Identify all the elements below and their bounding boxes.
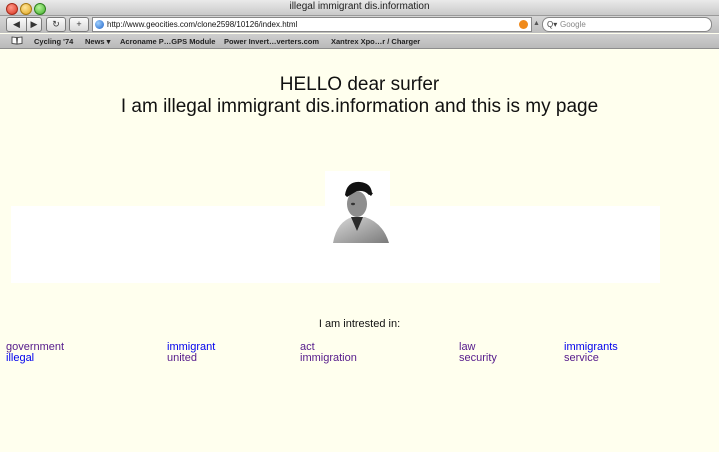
- page-heading-greeting: HELLO dear surfer: [279, 74, 440, 95]
- search-field[interactable]: Q▾ Google: [542, 17, 712, 32]
- address-bar[interactable]: http://www.geocities.com/clone2598/10126…: [92, 17, 532, 32]
- bookmark-item[interactable]: Acroname P…GPS Module: [120, 37, 215, 46]
- window-title: illegal immigrant dis.information: [289, 1, 430, 12]
- search-placeholder: Google: [560, 20, 586, 29]
- interest-link-illegal[interactable]: illegal: [6, 352, 34, 364]
- page-heading-intro: I am illegal immigrant dis.information a…: [120, 96, 599, 117]
- bookmarks-bar: Cycling '74 News ▾ Acroname P…GPS Module…: [0, 34, 719, 49]
- portrait-photo: [325, 171, 390, 243]
- book-icon[interactable]: [11, 36, 23, 45]
- forward-button[interactable]: ▶: [26, 17, 42, 32]
- bookmark-item[interactable]: Power Invert…verters.com: [224, 37, 319, 46]
- reload-button[interactable]: ↻: [46, 17, 66, 32]
- url-dropdown-icon[interactable]: ▲: [533, 20, 540, 27]
- browser-toolbar: ◀ ▶ ↻ + http://www.geocities.com/clone25…: [0, 16, 719, 33]
- url-text[interactable]: http://www.geocities.com/clone2598/10126…: [107, 18, 297, 31]
- interests-label: I am intrested in:: [318, 318, 401, 330]
- bookmark-item[interactable]: News ▾: [85, 37, 110, 46]
- interest-link-immigration[interactable]: immigration: [300, 352, 357, 364]
- globe-icon: [95, 20, 104, 29]
- interest-link-united[interactable]: united: [167, 352, 197, 364]
- back-button[interactable]: ◀: [6, 17, 27, 32]
- bookmark-item[interactable]: Cycling '74: [34, 37, 73, 46]
- bookmark-item[interactable]: Xantrex Xpo…r / Charger: [331, 37, 420, 46]
- interest-link-service[interactable]: service: [564, 352, 599, 364]
- search-icon[interactable]: Q▾: [547, 18, 557, 31]
- title-bar: illegal immigrant dis.information: [0, 0, 719, 16]
- rss-icon[interactable]: [519, 20, 528, 29]
- interest-link-security[interactable]: security: [459, 352, 497, 364]
- page-content: HELLO dear surfer I am illegal immigrant…: [0, 49, 719, 452]
- add-bookmark-button[interactable]: +: [69, 17, 89, 32]
